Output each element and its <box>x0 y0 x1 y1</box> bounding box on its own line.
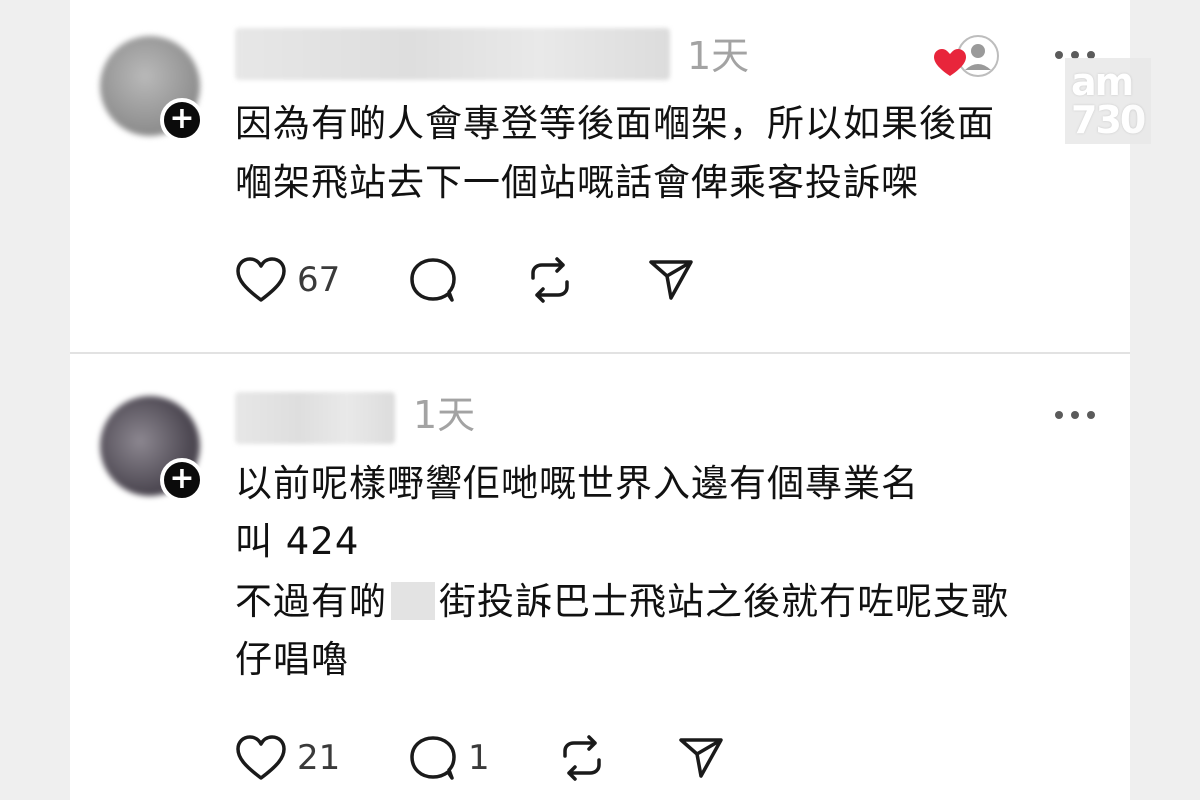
watermark-text: 730 <box>1071 98 1146 142</box>
repost-button[interactable] <box>557 734 607 782</box>
username-blurred[interactable] <box>235 28 670 80</box>
like-count: 67 <box>297 260 341 300</box>
comment-text-line: 嗰架飛站去下一個站嘅話會俾乘客投訴㗎 <box>235 161 919 204</box>
follow-plus-icon[interactable]: + <box>160 458 204 502</box>
reply-button[interactable]: 1 <box>408 734 490 782</box>
repost-icon <box>563 735 601 781</box>
share-button[interactable] <box>677 734 725 782</box>
comment-text-segment: 街投訴巴士飛站之後就冇咗呢支歌 <box>439 580 1009 623</box>
like-button[interactable]: 21 <box>235 734 340 782</box>
like-button[interactable]: 67 <box>235 256 340 304</box>
follow-plus-icon[interactable]: + <box>160 98 204 142</box>
send-icon <box>679 738 723 778</box>
comment-bubble-icon <box>410 258 456 302</box>
comment-feed: + 1天 因為有啲人會專登等後面嗰架，所以如果後面 嗰架飛站去下一個站嘅話會俾乘… <box>70 0 1130 800</box>
redacted-text <box>391 582 435 620</box>
repost-icon <box>531 257 569 303</box>
share-button[interactable] <box>647 256 695 304</box>
send-icon <box>649 260 693 300</box>
reply-button[interactable] <box>408 256 458 304</box>
username-blurred[interactable] <box>235 392 395 444</box>
comment-text-line: 不過有啲 街投訴巴士飛站之後就冇咗呢支歌 <box>235 582 1009 620</box>
like-count: 21 <box>297 738 341 778</box>
am730-watermark-logo: am 730 <box>1065 58 1151 144</box>
comment-text-line: 因為有啲人會專登等後面嗰架，所以如果後面 <box>235 102 995 145</box>
post-time: 1天 <box>687 34 750 78</box>
post-time: 1天 <box>413 393 476 437</box>
repost-button[interactable] <box>525 256 575 304</box>
comment-text-line: 以前呢樣嘢響佢哋嘅世界入邊有個專業名 <box>235 462 919 505</box>
comment-bubble-icon <box>410 736 456 780</box>
comment-text-line: 仔唱嚕 <box>235 638 349 681</box>
comment-text-line: 叫 424 <box>235 520 360 563</box>
more-options-icon[interactable] <box>1055 410 1095 420</box>
comment-text-segment: 不過有啲 <box>235 580 387 623</box>
liked-by-author-icon <box>932 32 1002 82</box>
heart-icon <box>236 735 286 780</box>
reply-count: 1 <box>468 738 490 778</box>
divider <box>70 352 1130 354</box>
heart-icon <box>236 257 286 302</box>
